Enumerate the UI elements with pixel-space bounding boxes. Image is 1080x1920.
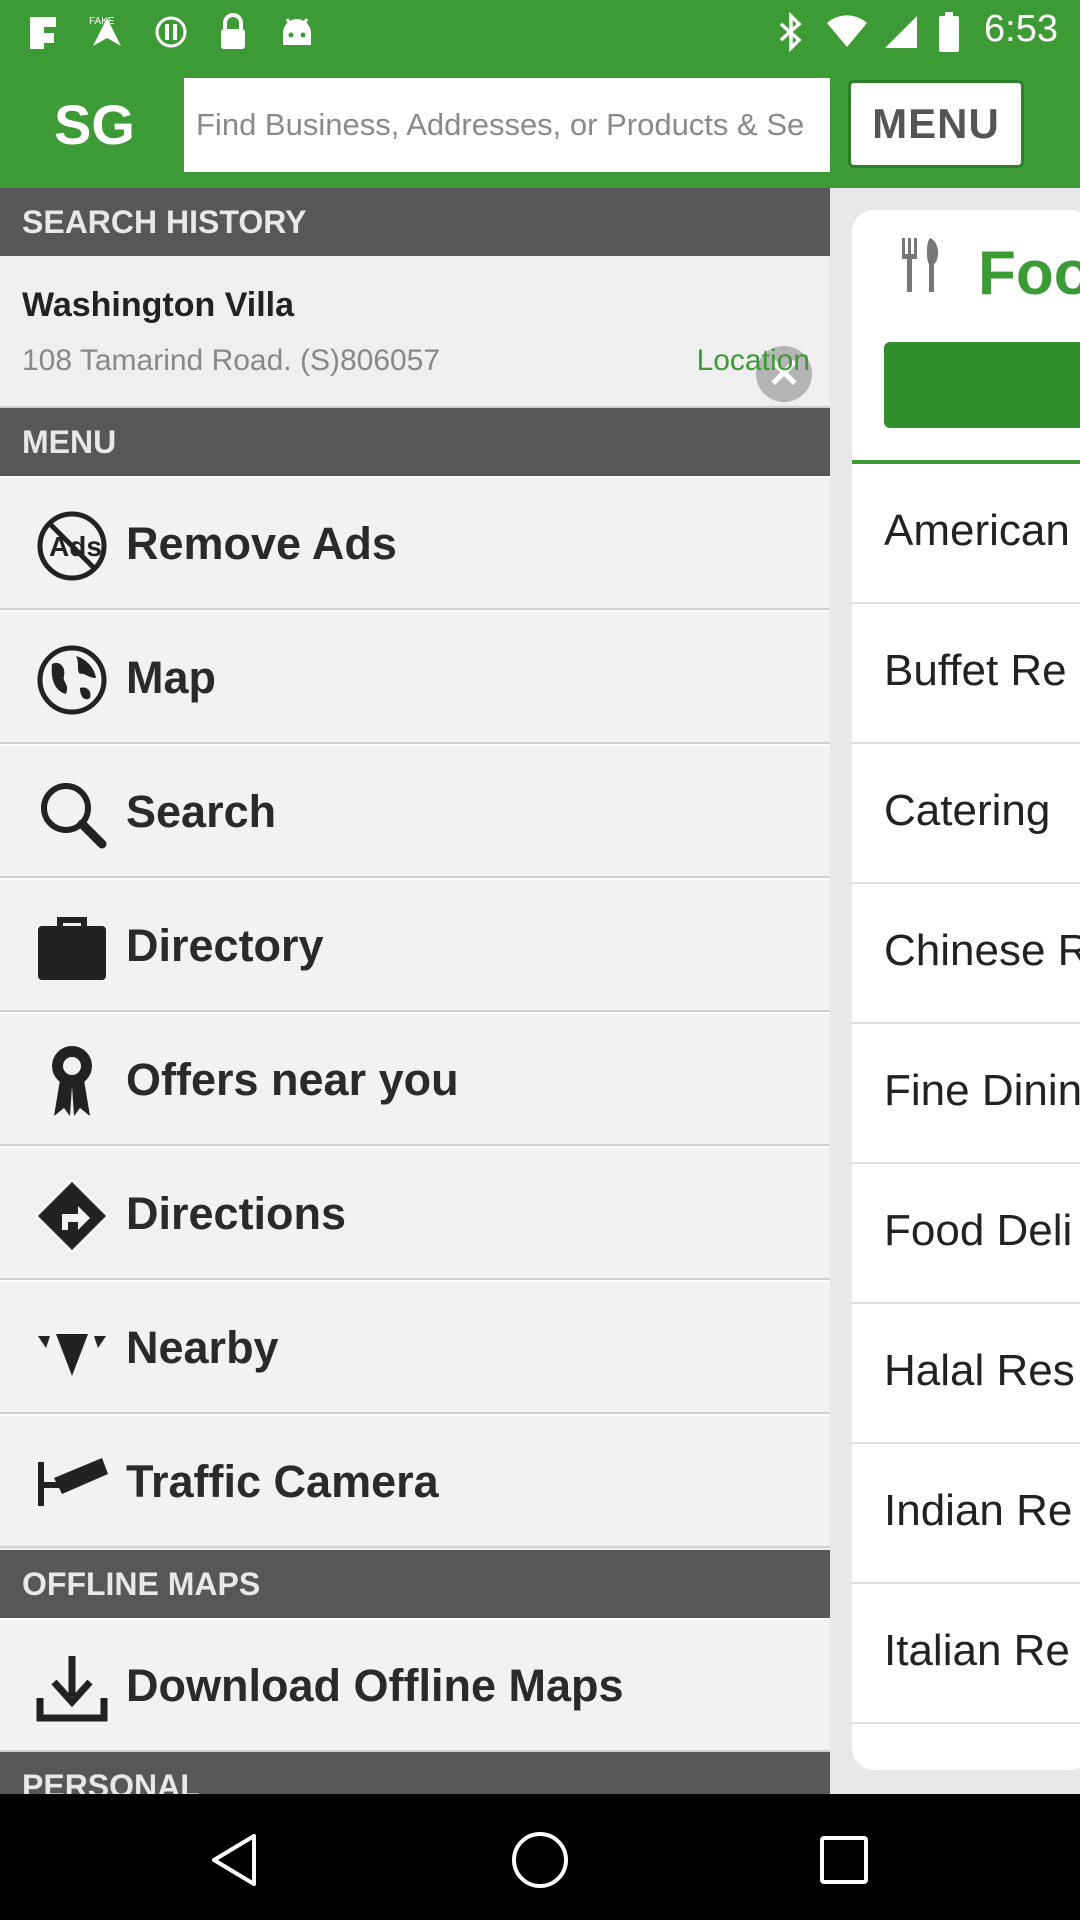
menu-item-map[interactable]: Map — [0, 610, 830, 744]
menu-item-search[interactable]: Search — [0, 744, 830, 878]
history-address: 108 Tamarind Road. (S)806057 — [22, 344, 441, 377]
menu-item-label: Search — [126, 786, 277, 837]
menu-item-label: Offers near you — [126, 1054, 459, 1105]
back-icon[interactable] — [196, 1820, 276, 1900]
status-bar: FAKE 6:53 — [0, 0, 1080, 64]
personal-header: PERSONAL — [0, 1752, 830, 1794]
award-ribbon-icon — [34, 1044, 110, 1120]
system-nav-bar — [0, 1794, 1080, 1920]
android-icon — [276, 12, 318, 52]
directions-sign-icon — [34, 1178, 110, 1254]
category-item[interactable]: Catering — [852, 744, 1080, 884]
briefcase-icon — [34, 910, 110, 986]
menu-header: MENU — [0, 408, 830, 476]
category-label: Indian Re — [884, 1486, 1073, 1535]
offline-maps-header: OFFLINE MAPS — [0, 1550, 830, 1618]
category-item[interactable]: Fine Dinin — [852, 1024, 1080, 1164]
search-input[interactable] — [184, 78, 830, 172]
signal-icon — [880, 12, 922, 52]
category-item[interactable]: Indian Re — [852, 1444, 1080, 1584]
download-icon — [34, 1650, 110, 1726]
category-label: Catering — [884, 786, 1051, 835]
battery-icon — [928, 12, 970, 52]
menu-item-traffic-camera[interactable]: Traffic Camera — [0, 1414, 830, 1548]
search-icon — [34, 776, 110, 852]
category-label: Chinese R — [884, 926, 1080, 975]
category-item[interactable]: Food Deli — [852, 1164, 1080, 1304]
menu-item-label: Directory — [126, 920, 324, 971]
notification-icon — [24, 12, 66, 52]
history-name: Washington Villa — [22, 286, 295, 324]
menu-item-label: Traffic Camera — [126, 1456, 439, 1507]
search-history-header: SEARCH HISTORY — [0, 188, 830, 256]
sync-icon — [150, 12, 192, 52]
category-label: Italian Re — [884, 1626, 1070, 1675]
traffic-camera-icon — [34, 1446, 110, 1522]
food-category-card: Foo American Buffet Re Catering Chinese … — [852, 210, 1080, 1770]
menu-item-download-offline-maps[interactable]: Download Offline Maps — [0, 1618, 830, 1752]
bluetooth-icon — [770, 12, 812, 52]
fork-knife-icon — [900, 238, 944, 299]
app-logo: SG — [54, 93, 135, 156]
category-item[interactable]: American — [852, 464, 1080, 604]
category-label: American — [884, 506, 1070, 555]
category-label: Buffet Re — [884, 646, 1067, 695]
globe-icon — [34, 642, 110, 718]
category-item[interactable]: Buffet Re — [852, 604, 1080, 744]
menu-item-directory[interactable]: Directory — [0, 878, 830, 1012]
menu-item-remove-ads[interactable]: Ads Remove Ads — [0, 476, 830, 610]
menu-item-nearby[interactable]: Nearby — [0, 1280, 830, 1414]
menu-item-label: Nearby — [126, 1322, 279, 1373]
food-title: Foo — [978, 239, 1080, 308]
food-action-button[interactable] — [884, 342, 1080, 428]
menu-item-label: Directions — [126, 1188, 347, 1239]
wifi-icon — [826, 12, 868, 52]
lock-icon — [212, 12, 254, 52]
category-label: Halal Res — [884, 1346, 1075, 1395]
category-label: Fine Dinin — [884, 1066, 1080, 1115]
menu-item-label: Download Offline Maps — [126, 1660, 624, 1711]
history-item[interactable]: Washington Villa 108 Tamarind Road. (S)8… — [0, 256, 830, 408]
menu-item-offers[interactable]: Offers near you — [0, 1012, 830, 1146]
fake-gps-icon: FAKE — [86, 12, 128, 52]
navigation-drawer: SEARCH HISTORY Washington Villa 108 Tama… — [0, 188, 830, 1794]
menu-item-directions[interactable]: Directions — [0, 1146, 830, 1280]
menu-item-label: Remove Ads — [126, 518, 397, 569]
app-bar: SG MENU — [0, 64, 1080, 188]
menu-item-label: Map — [126, 652, 216, 703]
no-ads-icon: Ads — [34, 508, 110, 584]
location-link[interactable]: Location — [697, 344, 810, 378]
category-label: Food Deli — [884, 1206, 1073, 1255]
category-item[interactable]: Chinese R — [852, 884, 1080, 1024]
svg-text:FAKE: FAKE — [89, 16, 115, 27]
clock: 6:53 — [984, 8, 1058, 50]
home-icon[interactable] — [500, 1820, 580, 1900]
food-header: Foo — [852, 210, 1080, 460]
menu-button[interactable]: MENU — [848, 80, 1024, 168]
category-item[interactable]: Italian Re — [852, 1584, 1080, 1724]
recents-icon[interactable] — [804, 1820, 884, 1900]
category-item[interactable]: Halal Res — [852, 1304, 1080, 1444]
nearby-icon — [34, 1312, 110, 1388]
